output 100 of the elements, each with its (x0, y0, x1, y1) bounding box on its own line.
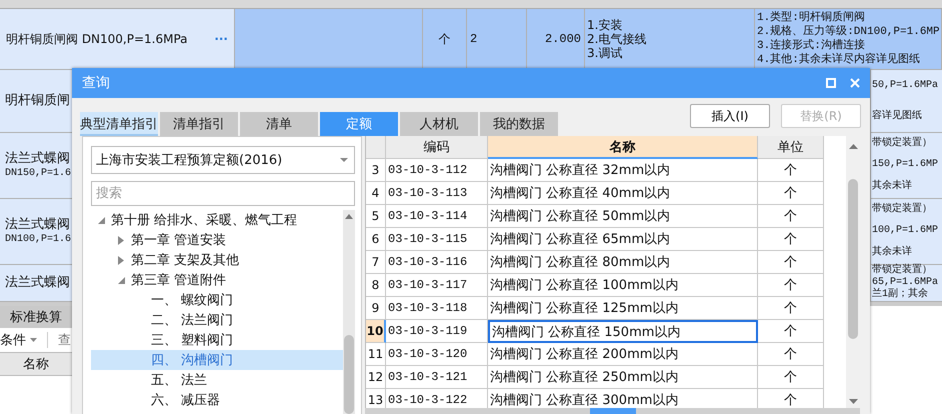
table-cell: 03-10-3-114 (386, 205, 488, 228)
item-name: 法兰式蝶阀 (5, 150, 71, 166)
item-name: 明杆铜质闸阀 DN100,P=1.6MPa (6, 30, 188, 48)
feature-line: 带锁定装置） (872, 138, 933, 150)
query-button[interactable]: 查 (58, 331, 71, 349)
table-cell: 03-10-3-120 (386, 343, 488, 366)
table-cell: 03-10-3-121 (386, 366, 488, 389)
row-number: 4 (366, 182, 386, 205)
table-cell: 个 (758, 205, 824, 228)
column-header: 名称 (0, 352, 72, 376)
tree-item[interactable]: 第十册 给排水、采暖、燃气工程 (91, 210, 343, 230)
feature-line: 100,P=1.6MP (872, 225, 940, 238)
tree-item[interactable]: 六、 减压器 (91, 390, 343, 410)
corner-cell (366, 136, 386, 159)
feature-line: 其余未详 (872, 247, 913, 260)
feature-line: 兰1副；其余 (872, 289, 930, 301)
row-number: 3 (366, 159, 386, 182)
item-name: DN150,P=1.6 (5, 166, 72, 180)
tree-item[interactable]: 第一章 管道安装 (91, 230, 343, 250)
row-number: 5 (366, 205, 386, 228)
table-cell: 03-10-3-113 (386, 182, 488, 205)
table-cell: 个 (758, 274, 824, 297)
table-cell: 03-10-3-112 (386, 159, 488, 182)
tab[interactable]: 人材机 (400, 112, 478, 136)
insert-button[interactable]: 插入(I) (690, 104, 770, 128)
table-cell: 沟槽阀门 公称直径 100mm以内 (488, 274, 758, 297)
caret-icon (340, 158, 348, 162)
row-number: 8 (366, 274, 386, 297)
table-cell: 个 (758, 228, 824, 251)
item-name: 法兰式蝶阀 (5, 216, 71, 232)
total-text: 2.000 (544, 32, 581, 46)
work-item: 2.电气接线 (587, 32, 648, 46)
table-cell: 沟槽阀门 公称直径 50mm以内 (488, 205, 758, 228)
column-header[interactable]: 编码 (386, 136, 488, 159)
table-cell: 03-10-3-118 (386, 297, 488, 320)
filter-dropdown[interactable]: 条件 (0, 331, 26, 349)
more-button[interactable]: ··· (214, 32, 228, 46)
table-cell: 03-10-3-115 (386, 228, 488, 251)
quantity-text: 2 (470, 32, 478, 46)
tree-item[interactable]: 第三章 管道附件 (91, 270, 343, 290)
scrollbar[interactable] (343, 210, 355, 414)
table-cell: 个 (758, 320, 824, 343)
table-cell: 03-10-3-117 (386, 274, 488, 297)
expanded-icon[interactable] (118, 276, 124, 284)
table-cell: 03-10-3-119 (386, 320, 488, 343)
table-cell: 个 (758, 182, 824, 205)
table-cell: 沟槽阀门 公称直径 150mm以内 (488, 320, 758, 343)
search-field[interactable]: 搜索 (91, 181, 355, 206)
feature-line: 带锁定装置） (872, 204, 933, 216)
column-header[interactable]: 名称 (488, 136, 758, 159)
tree-item[interactable]: 四、 沟槽阀门 (91, 350, 343, 370)
collapsed-icon[interactable] (118, 256, 124, 264)
item-name: 法兰式蝶阀 (5, 275, 71, 291)
scrollbar[interactable] (846, 136, 860, 408)
tree-item[interactable]: 一、 螺纹阀门 (91, 290, 343, 310)
row-number: 10 (366, 320, 386, 343)
tree-item[interactable]: 三、 塑料阀门 (91, 330, 343, 350)
tree-item[interactable]: 五、 法兰 (91, 370, 343, 390)
maximize-icon[interactable] (826, 78, 836, 88)
row-number: 7 (366, 251, 386, 274)
tab[interactable]: 我的数据 (480, 112, 558, 136)
feature-line: 1.类型:明杆铜质闸阀 (757, 11, 866, 25)
table-cell: 沟槽阀门 公称直径 65mm以内 (488, 228, 758, 251)
library-dropdown[interactable]: 上海市安装工程预算定额(2016) (91, 146, 355, 174)
scroll-up-icon[interactable] (848, 144, 858, 149)
table-cell: 沟槽阀门 公称直径 40mm以内 (488, 182, 758, 205)
row-number: 6 (366, 228, 386, 251)
feature-line: 带锁定装置） (872, 265, 933, 277)
collapsed-icon[interactable] (118, 236, 124, 244)
scroll-down-icon[interactable] (848, 399, 858, 404)
work-item: 3.调试 (587, 46, 624, 60)
unit-text: 个 (438, 30, 450, 48)
table-cell: 沟槽阀门 公称直径 80mm以内 (488, 251, 758, 274)
work-item: 1.安装 (587, 18, 624, 32)
tab[interactable]: 典型清单指引 (80, 112, 158, 136)
table-cell: 沟槽阀门 公称直径 200mm以内 (488, 343, 758, 366)
feature-line: 3.连接形式:沟槽连接 (757, 39, 865, 53)
table-cell: 个 (758, 366, 824, 389)
expanded-icon[interactable] (98, 216, 104, 224)
dialog-title: 查询 (82, 74, 110, 92)
row-number: 11 (366, 343, 386, 366)
caret-icon (30, 338, 37, 342)
feature-line: 150,P=1.6MP (872, 159, 940, 172)
feature-line: 其余未详 (872, 181, 913, 194)
tree-item[interactable]: 二、 法兰阀门 (91, 310, 343, 330)
item-name: 明杆铜质闸 (5, 93, 71, 109)
table-cell: 03-10-3-116 (386, 251, 488, 274)
scroll-up-icon[interactable] (345, 214, 353, 219)
panel-tab[interactable]: 标准换算 (0, 306, 72, 328)
tab[interactable]: 清单 (240, 112, 318, 136)
feature-line: 2.规格、压力等级:DN100,P=1.6MP (757, 25, 941, 38)
close-icon[interactable] (850, 78, 860, 88)
column-header[interactable]: 单位 (758, 136, 824, 159)
table-cell: 个 (758, 343, 824, 366)
tab[interactable]: 清单指引 (160, 112, 238, 136)
splitter-handle[interactable] (590, 408, 636, 414)
feature-line: 50,P=1.6MPa (872, 80, 940, 92)
tree-item[interactable]: 第二章 支架及其他 (91, 250, 343, 270)
table-cell: 沟槽阀门 公称直径 32mm以内 (488, 159, 758, 182)
table-cell: 沟槽阀门 公称直径 250mm以内 (488, 366, 758, 389)
